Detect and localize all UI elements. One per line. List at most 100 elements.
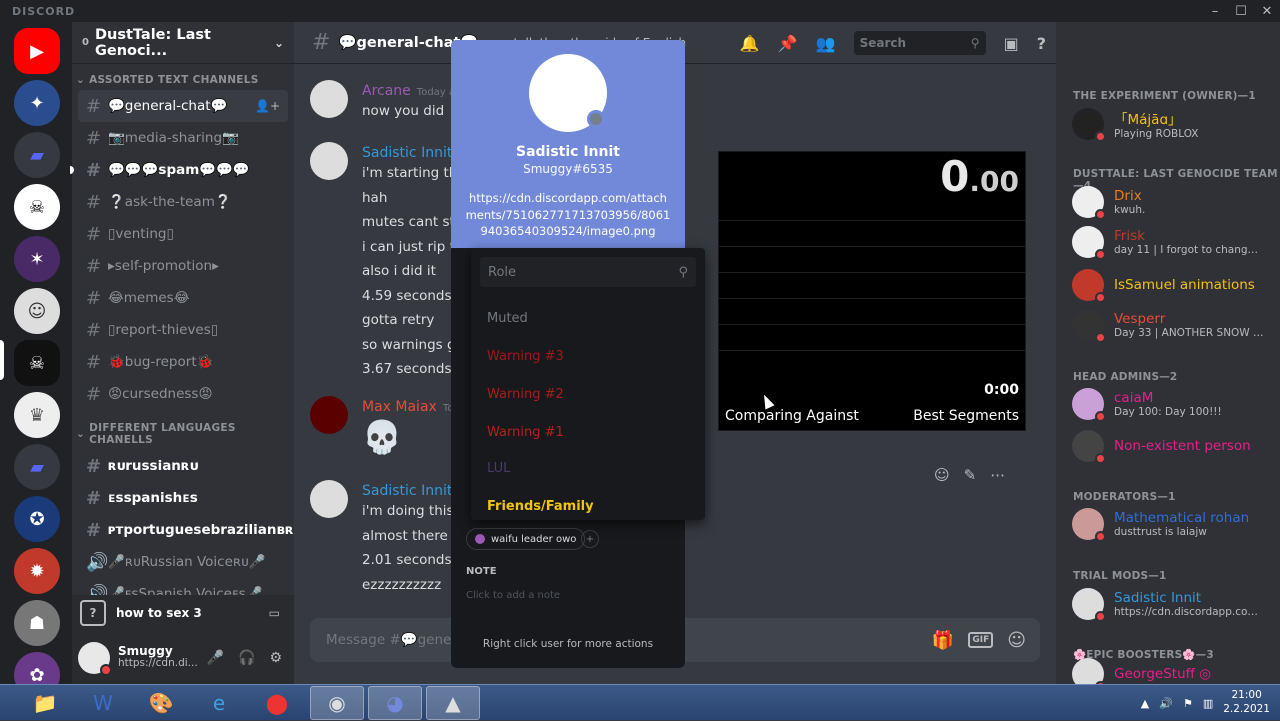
role-option[interactable]: Warning #1 [487,425,564,440]
popout-custom-status[interactable]: https://cdn.discordapp.com/attachments/7… [465,190,671,240]
server-icon-4[interactable]: ✶ [14,236,60,282]
server-icon-10[interactable]: ✿ [14,652,60,684]
paint-icon[interactable]: 🎨 [134,686,188,720]
headphones-icon[interactable]: 🎧 [238,650,255,666]
category-text-channels[interactable]: ⌄ ASSORTED TEXT CHANNELS [72,64,294,90]
minimize-button[interactable]: – [1202,0,1228,22]
role-search-input[interactable]: Role ⚲ [480,257,696,287]
message-author[interactable]: Sadistic Innit [362,145,452,161]
channel-name: 😂memes😂 [108,290,190,306]
channel-item[interactable]: # ▯report-thieves▯ [78,314,288,346]
search-input[interactable]: Search ⚲ [853,31,986,55]
pin-icon[interactable]: 📌 [778,34,798,53]
popout-avatar[interactable] [529,54,607,132]
flag-icon[interactable]: ⚑ [1183,697,1193,710]
message-author[interactable]: Sadistic Innit [362,483,452,499]
screen-share-icon[interactable]: ▭ [269,606,280,620]
server-icon-6[interactable]: ♛ [14,392,60,438]
avatar[interactable] [310,80,348,118]
tray-arrow-icon[interactable]: ▲ [1141,697,1149,710]
channel-item[interactable]: # 😂memes😂 [78,282,288,314]
server-icon-2[interactable]: ✦ [14,80,60,126]
role-option[interactable]: Warning #3 [487,349,564,364]
gif-icon[interactable]: GIF [968,632,994,648]
question-icon: ? [80,600,106,626]
volume-icon[interactable]: 🔊 [1159,697,1173,710]
member-item[interactable]: Vesperr Day 33 | ANOTHER SNOW D... [1072,305,1272,345]
server-icon-dusttale[interactable]: ☠ [14,340,60,386]
member-item[interactable]: Friskday 11 | I forgot to change my s... [1072,222,1272,262]
avatar[interactable] [310,480,348,518]
word-icon[interactable]: W [76,686,130,720]
gift-icon[interactable]: 🎁 [932,630,954,651]
channel-item[interactable]: # 💬general-chat💬 👤+ [78,90,288,122]
clock[interactable]: 21:00 2.2.2021 [1223,689,1270,716]
role-option[interactable]: Warning #2 [487,387,564,402]
status-icon [1095,332,1106,343]
add-reaction-icon[interactable]: ☺ [934,466,950,484]
ie-icon[interactable]: e [192,686,246,720]
avatar [1072,108,1106,142]
close-button[interactable]: ✕ [1254,0,1280,22]
maximize-button[interactable]: ☐ [1228,0,1254,22]
message-author[interactable]: Max Maiax [362,399,437,415]
server-icon-9[interactable]: ☗ [14,600,60,646]
more-icon[interactable]: ⋯ [990,466,1005,484]
message-author[interactable]: Arcane [362,83,411,99]
role-option[interactable]: Muted [487,311,528,326]
channel-item[interactable]: # ▯venting▯ [78,218,288,250]
channel-list: # 💬general-chat💬 👤+ # 📷media-sharing📷 # 💬💬💬spa… [70,90,294,410]
channel-item[interactable]: # ❔ask-the-team❔ [78,186,288,218]
avatar[interactable] [78,641,112,676]
member-item[interactable]: Drix kwuh. [1072,182,1272,222]
server-header[interactable]: 0 DustTale: Last Genoci... ⌄ [72,22,294,64]
member-item[interactable]: IsSamuel animations [1072,265,1272,305]
explorer-icon[interactable]: 📁 [18,686,72,720]
folder-icon[interactable]: ▰ [14,132,60,178]
discord-icon[interactable]: ◕ [368,686,422,720]
folder-icon-2[interactable]: ▰ [14,444,60,490]
server-icon-7[interactable]: ✪ [14,496,60,542]
note-input[interactable]: Click to add a note [466,590,560,601]
channel-item[interactable]: # ʀᴜrussianʀᴜ [78,450,288,482]
bell-icon[interactable]: 🔔 [740,34,760,53]
channel-item[interactable]: 🔊 🎤ʀᴜRussian Voiceʀᴜ🎤 [78,546,288,578]
help-icon[interactable]: ? [1037,34,1046,53]
mic-muted-icon[interactable]: 🎤 [207,650,224,666]
channel-item[interactable]: # ▸self-promotion▸ [78,250,288,282]
server-icon-8[interactable]: ✹ [14,548,60,594]
channel-item[interactable]: # 🐞bug-report🐞 [78,346,288,378]
avatar[interactable] [310,396,348,434]
role-option[interactable]: LUL [487,461,510,476]
members-icon[interactable]: 👥 [816,34,836,53]
member-item[interactable]: Mathematical rohan dusttrust is laiajw [1072,504,1272,544]
invite-icon[interactable]: 👤+ [255,99,280,113]
network-icon[interactable]: ▥ [1203,697,1213,710]
edit-icon[interactable]: ✎ [964,466,977,484]
channel-item[interactable]: # 😡cursedness😡 [78,378,288,410]
channel-item[interactable]: # 📷media-sharing📷 [78,122,288,154]
role-pill[interactable]: waifu leader owo [466,528,586,550]
member-item[interactable]: Sadistic Innit https://cdn.discordapp.com… [1072,584,1272,624]
server-icon-3[interactable]: ☠ [14,184,60,230]
category-languages[interactable]: ⌄ DIFFERENT LANGUAGES CHANELLS [72,410,294,450]
member-item[interactable]: 「Májāɑ」 Playing ROBLOX [1072,104,1272,144]
livesplit-icon[interactable]: ▲ [426,686,480,720]
inbox-icon[interactable]: ▣ [1004,34,1019,53]
gear-icon[interactable]: ⚙ [269,650,282,666]
add-role-button[interactable]: + [581,530,599,548]
channel-item[interactable]: # ᴘᴛportuguesebrazilianʙʀ [78,514,294,546]
app-icon[interactable]: ⬤ [250,686,304,720]
chrome-icon[interactable]: ◉ [310,686,364,720]
channel-item[interactable]: # ᴇsspanishᴇs [78,482,288,514]
server-icon-youtube[interactable]: ▶ [14,28,60,74]
server-icon-5[interactable]: ☺ [14,288,60,334]
emoji-icon[interactable]: ☺ [1007,630,1026,651]
channel-item[interactable]: # 💬💬💬spam💬💬💬 [70,154,288,186]
member-item[interactable]: Non-existent person [1072,426,1272,466]
voice-status-bar[interactable]: ? how to sex 3 ▭ [72,595,294,631]
channel-name: ❔ask-the-team❔ [108,194,232,210]
role-option[interactable]: Friends/Family [487,499,594,514]
avatar[interactable] [310,142,348,180]
member-item[interactable]: caiaM Day 100: Day 100!!! [1072,384,1272,424]
